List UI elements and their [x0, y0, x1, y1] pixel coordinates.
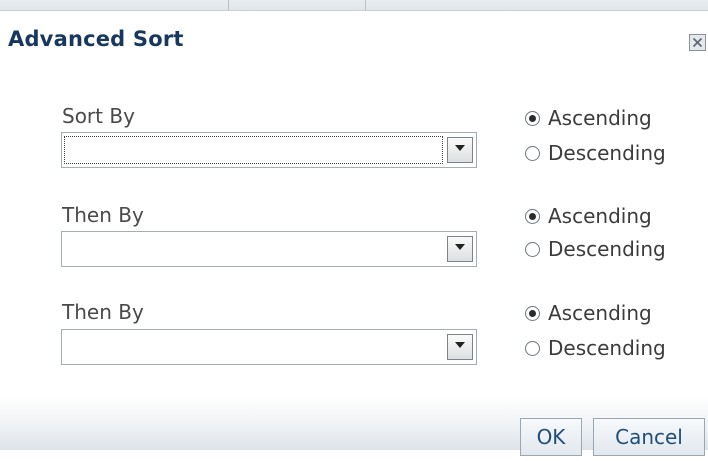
background-divider [228, 0, 229, 10]
dialog-title: Advanced Sort [8, 27, 184, 51]
sort-by-label: Sort By [62, 104, 135, 128]
chevron-down-icon [455, 145, 465, 151]
dropdown-arrow-button[interactable] [447, 236, 473, 262]
radio-unselected-icon[interactable] [525, 145, 540, 161]
dropdown-arrow-button[interactable] [447, 334, 473, 360]
then-by-2-ascending-radio[interactable]: Ascending [525, 300, 652, 326]
ascending-label: Ascending [548, 301, 652, 325]
ascending-label: Ascending [548, 106, 652, 130]
radio-selected-icon[interactable] [525, 208, 540, 224]
then-by-label: Then By [62, 300, 144, 324]
radio-selected-icon[interactable] [525, 110, 540, 126]
descending-label: Descending [548, 336, 666, 360]
then-by-1-descending-radio[interactable]: Descending [525, 236, 666, 262]
dropdown-arrow-button[interactable] [447, 137, 473, 163]
chevron-down-icon [455, 244, 465, 250]
radio-selected-icon[interactable] [525, 305, 540, 321]
sort-by-select[interactable] [61, 132, 477, 168]
background-divider [365, 0, 366, 10]
cancel-button[interactable]: Cancel [593, 418, 705, 456]
radio-unselected-icon[interactable] [525, 340, 540, 356]
sort-by-descending-radio[interactable]: Descending [525, 140, 666, 166]
then-by-select-2[interactable] [61, 329, 477, 365]
ascending-label: Ascending [548, 204, 652, 228]
focus-indicator [64, 136, 443, 164]
close-icon[interactable] [689, 34, 706, 51]
ok-button[interactable]: OK [520, 418, 582, 456]
sort-by-ascending-radio[interactable]: Ascending [525, 105, 652, 131]
descending-label: Descending [548, 141, 666, 165]
descending-label: Descending [548, 237, 666, 261]
chevron-down-icon [455, 342, 465, 348]
then-by-2-descending-radio[interactable]: Descending [525, 335, 666, 361]
then-by-label: Then By [62, 203, 144, 227]
radio-unselected-icon[interactable] [525, 241, 540, 257]
then-by-select-1[interactable] [61, 231, 477, 267]
then-by-1-ascending-radio[interactable]: Ascending [525, 203, 652, 229]
